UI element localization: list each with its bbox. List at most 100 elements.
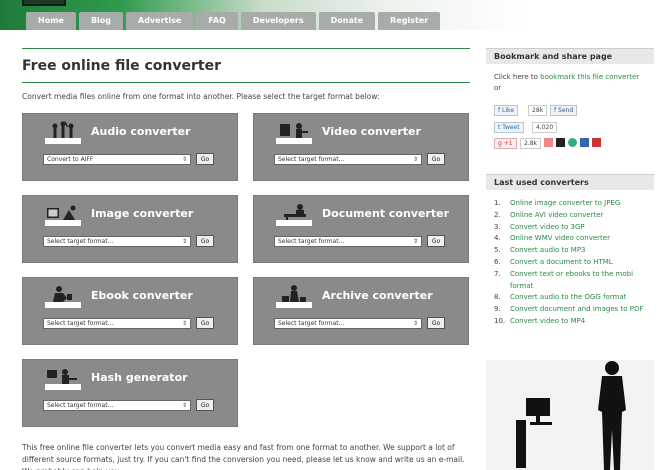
nav-developers[interactable]: Developers	[240, 12, 316, 30]
list-item: 1. Online image converter to JPEG	[494, 198, 644, 210]
list-item: 5. Convert audio to MP3	[494, 245, 644, 257]
last-converter-link[interactable]: Convert video to 3GP	[510, 222, 585, 234]
last-used-heading: Last used converters	[486, 174, 654, 190]
nav-home[interactable]: Home	[26, 12, 76, 30]
list-item: 6. Convert a document to HTML	[494, 257, 644, 269]
audio-converter-title: Audio converter	[91, 125, 191, 138]
hash-format-select[interactable]: Select target format... ⇕	[43, 400, 191, 411]
select-arrow-icon: ⇕	[181, 238, 187, 245]
document-person-icon	[276, 204, 312, 226]
select-arrow-icon: ⇕	[181, 402, 187, 409]
nav-faq[interactable]: FAQ	[196, 12, 238, 30]
person-computer-icon	[516, 361, 626, 470]
nav-donate[interactable]: Donate	[318, 12, 376, 30]
list-item: 4. Online WMV video converter	[494, 233, 644, 245]
list-item: 9. Convert document and images to PDF	[494, 304, 644, 316]
intro-text: Convert media files online from one form…	[22, 92, 380, 101]
tweet-label: Tweet	[502, 124, 520, 131]
bookmark-text: Click here to bookmark this file convert…	[494, 72, 644, 94]
ebook-go-button[interactable]: Go	[196, 317, 214, 329]
nav-blog[interactable]: Blog	[78, 12, 124, 30]
last-converter-link[interactable]: Convert audio to MP3	[510, 245, 586, 257]
facebook-send-button[interactable]: f Send	[550, 105, 578, 116]
archive-select-value: Select target format...	[278, 320, 345, 327]
video-person-icon	[276, 123, 312, 144]
archive-go-button[interactable]: Go	[427, 317, 445, 329]
google-plus-button[interactable]: g +1	[494, 138, 517, 149]
title-bottom-rule	[22, 82, 470, 83]
list-item: 10. Convert video to MP4	[494, 316, 644, 328]
image-converter-title: Image converter	[91, 207, 194, 220]
last-converter-link[interactable]: Convert a document to HTML	[510, 257, 613, 269]
ebook-format-select[interactable]: Select target format... ⇕	[43, 318, 191, 329]
last-converter-link[interactable]: Online image converter to JPEG	[510, 198, 620, 210]
facebook-icon: f	[498, 107, 501, 114]
document-go-button[interactable]: Go	[427, 235, 445, 247]
archive-converter-box: Archive converter Select target format..…	[253, 277, 469, 345]
globe-icon[interactable]	[568, 138, 577, 147]
ebook-select-value: Select target format...	[47, 320, 114, 327]
bookmark-post: or	[494, 84, 502, 92]
title-top-rule	[22, 48, 470, 49]
image-converter-box: Image converter Select target format... ⇕…	[22, 195, 238, 263]
list-item: 3. Convert video to 3GP	[494, 222, 644, 234]
main-nav: Home Blog Advertise FAQ Developers Donat…	[26, 12, 441, 30]
ebook-reader-icon	[45, 286, 81, 308]
image-photo-icon	[45, 205, 81, 226]
page-title: Free online file converter	[22, 58, 222, 74]
bookmark-pre: Click here to	[494, 73, 541, 81]
select-arrow-icon: ⇕	[181, 156, 187, 163]
hash-generator-box: Hash generator Select target format... ⇕ …	[22, 359, 238, 427]
bookmark-icon[interactable]	[592, 138, 601, 147]
audio-people-icon	[45, 121, 81, 144]
hash-person-icon	[45, 369, 81, 390]
nav-register[interactable]: Register	[378, 12, 441, 30]
facebook-like-button[interactable]: f Like	[494, 105, 519, 116]
list-item: 7. Convert text or ebooks to the mobi for…	[494, 269, 644, 293]
image-format-select[interactable]: Select target format... ⇕	[43, 236, 191, 247]
document-converter-title: Document converter	[322, 207, 449, 220]
last-converter-link[interactable]: Convert audio to the OGG format	[510, 292, 626, 304]
plus-label: +1	[503, 140, 513, 147]
last-converter-link[interactable]: Online WMV video converter	[510, 233, 610, 245]
audio-format-select[interactable]: Convert to AIFF ⇕	[43, 154, 191, 165]
last-converter-link[interactable]: Convert video to MP4	[510, 316, 585, 328]
google-icon: g	[498, 140, 502, 147]
video-select-value: Select target format...	[278, 156, 345, 163]
select-arrow-icon: ⇕	[412, 156, 418, 163]
send-label: Send	[558, 107, 574, 114]
select-arrow-icon: ⇕	[412, 320, 418, 327]
last-converter-link[interactable]: Convert document and images to PDF	[510, 304, 643, 316]
twitter-icon: t	[498, 124, 501, 131]
last-converter-link[interactable]: Online AVI video converter	[510, 210, 603, 222]
facebook-icon: f	[554, 107, 557, 114]
site-logo[interactable]	[22, 0, 66, 6]
video-converter-title: Video converter	[322, 125, 421, 138]
hash-go-button[interactable]: Go	[196, 399, 214, 411]
image-select-value: Select target format...	[47, 238, 114, 245]
video-format-select[interactable]: Select target format... ⇕	[274, 154, 422, 165]
ebook-converter-box: Ebook converter Select target format... ⇕…	[22, 277, 238, 345]
video-go-button[interactable]: Go	[427, 153, 445, 165]
bookmark-link[interactable]: bookmark this file converter	[540, 73, 639, 81]
digg-icon[interactable]	[580, 138, 589, 147]
stumble-icon[interactable]	[544, 138, 553, 147]
delicious-icon[interactable]	[556, 138, 565, 147]
tweet-button[interactable]: t Tweet	[494, 122, 524, 133]
audio-select-value: Convert to AIFF	[47, 156, 94, 163]
promo-figure	[486, 360, 654, 470]
video-converter-box: Video converter Select target format... ⇕…	[253, 113, 469, 181]
last-used-list: 1. Online image converter to JPEG 2. Onlin…	[494, 198, 644, 328]
nav-advertise[interactable]: Advertise	[126, 12, 194, 30]
archive-converter-title: Archive converter	[322, 289, 433, 302]
archive-person-icon	[276, 285, 312, 308]
tweet-count: 4,020	[532, 122, 558, 133]
plus-count: 2.8k	[520, 138, 542, 149]
image-go-button[interactable]: Go	[196, 235, 214, 247]
document-select-value: Select target format...	[278, 238, 345, 245]
last-converter-link[interactable]: Convert text or ebooks to the mobi forma…	[510, 269, 644, 293]
audio-go-button[interactable]: Go	[196, 153, 214, 165]
document-format-select[interactable]: Select target format... ⇕	[274, 236, 422, 247]
archive-format-select[interactable]: Select target format... ⇕	[274, 318, 422, 329]
list-item: 2. Online AVI video converter	[494, 210, 644, 222]
